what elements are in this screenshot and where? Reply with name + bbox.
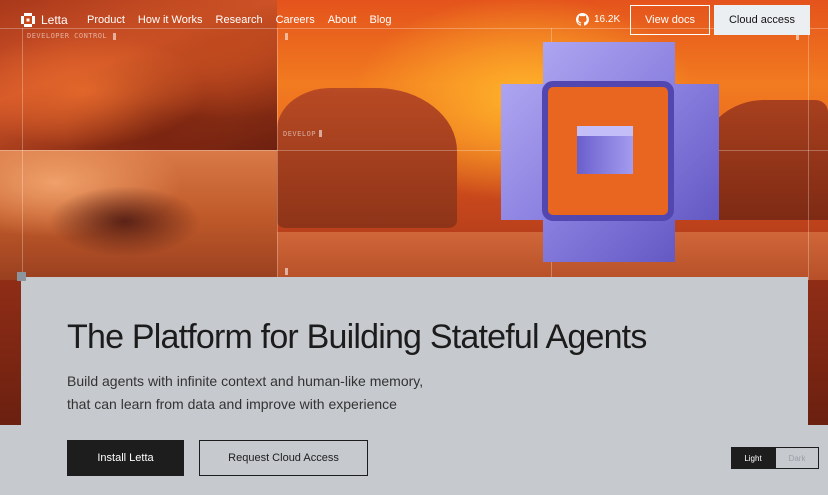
cloud-access-button[interactable]: Cloud access [714,5,810,35]
brand-logo[interactable]: Letta [21,13,68,27]
mesa-rock-left [277,88,457,228]
theme-toggle: Light Dark [731,447,819,469]
letta-3d-logo-image [497,38,723,266]
top-nav: Letta Product How it Works Research Care… [0,0,828,40]
nav-link-about[interactable]: About [328,14,357,26]
nav-link-research[interactable]: Research [216,14,263,26]
card-corner-marker [17,272,26,281]
github-stars-count: 16.2K [594,14,621,25]
sand-texture-image [0,150,277,280]
subtitle-line-1: Build agents with infinite context and h… [67,373,424,389]
develop-label: DEVELOP [283,130,317,138]
github-icon [576,13,589,26]
nav-link-how-it-works[interactable]: How it Works [138,14,203,26]
grid-line [808,28,809,280]
theme-dark-option[interactable]: Dark [775,447,819,469]
nav-links: Product How it Works Research Careers Ab… [87,14,405,26]
brand-name: Letta [41,13,68,27]
github-stars-link[interactable]: 16.2K [576,13,620,26]
grid-line [277,28,278,280]
view-docs-button[interactable]: View docs [630,5,710,35]
corner-marker [319,130,322,137]
subtitle-line-2: that can learn from data and improve wit… [67,396,397,412]
nav-link-blog[interactable]: Blog [369,14,391,26]
grid-line [22,28,23,280]
nav-link-careers[interactable]: Careers [276,14,315,26]
theme-light-option[interactable]: Light [731,447,775,469]
install-letta-button[interactable]: Install Letta [67,440,184,476]
letta-logo-icon [21,13,35,27]
page-title: The Platform for Building Stateful Agent… [67,318,647,356]
request-cloud-access-button[interactable]: Request Cloud Access [199,440,368,476]
nav-link-product[interactable]: Product [87,14,125,26]
corner-marker [285,268,288,275]
